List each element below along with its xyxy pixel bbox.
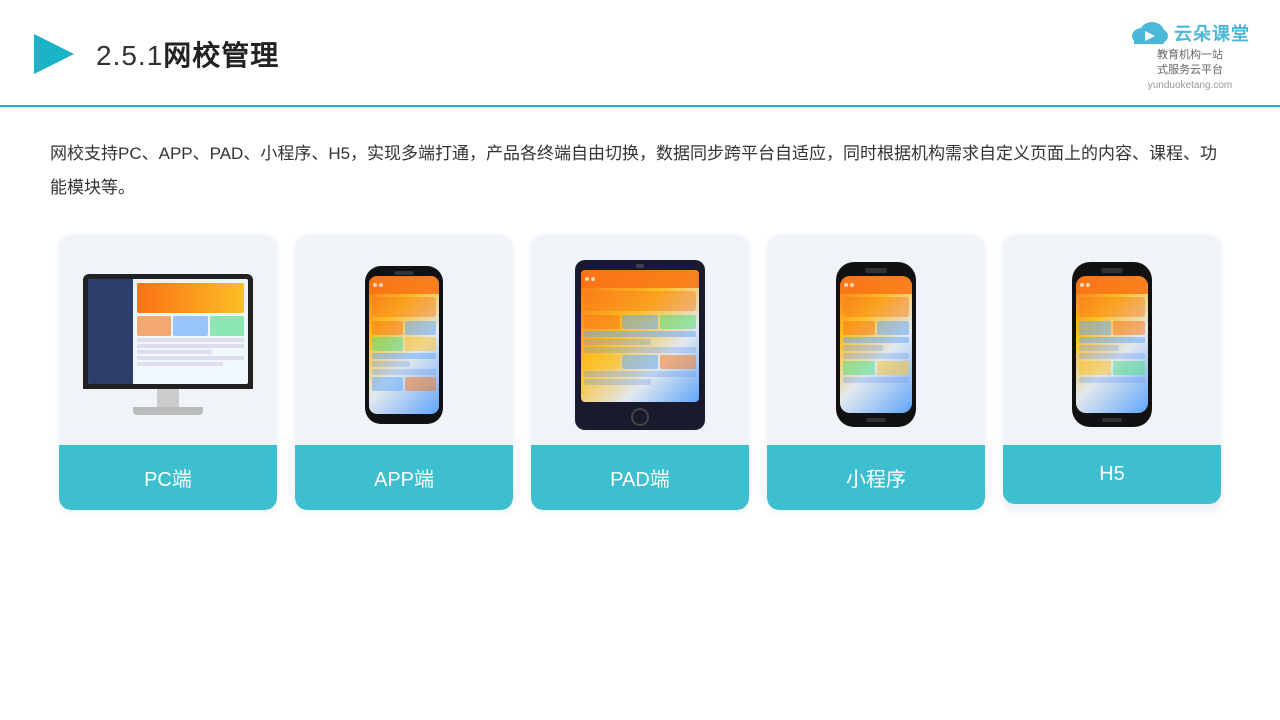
- cards-grid: PC端: [50, 235, 1230, 510]
- card-h5: H5: [1003, 235, 1221, 510]
- play-icon: [30, 30, 78, 78]
- phone-app-device: [365, 266, 443, 424]
- card-app-image: [295, 235, 513, 445]
- description-text: 网校支持PC、APP、PAD、小程序、H5，实现多端打通，产品各终端自由切换，数…: [50, 137, 1230, 205]
- logo-area: 云朵课堂 教育机构一站式服务云平台 yunduoketang.com: [1130, 18, 1250, 91]
- card-pad-label: PAD端: [531, 445, 749, 510]
- card-pad-image: [531, 235, 749, 445]
- phone-h5-device: [1072, 262, 1152, 427]
- card-mini: 小程序: [767, 235, 985, 510]
- monitor-device: [83, 274, 253, 415]
- card-app: APP端: [295, 235, 513, 510]
- card-pc: PC端: [59, 235, 277, 510]
- logo-tagline: 教育机构一站式服务云平台: [1157, 48, 1223, 79]
- tablet-device: [575, 260, 705, 430]
- phone-mini-screen: [840, 276, 912, 413]
- card-mini-label: 小程序: [767, 445, 985, 510]
- cloud-logo-icon: [1130, 18, 1168, 48]
- header-left: 2.5.1网校管理: [30, 30, 279, 78]
- card-pc-image: [59, 235, 277, 445]
- main-content: 网校支持PC、APP、PAD、小程序、H5，实现多端打通，产品各终端自由切换，数…: [0, 107, 1280, 530]
- page-title: 2.5.1网校管理: [96, 34, 279, 74]
- logo-domain: yunduoketang.com: [1148, 80, 1233, 91]
- phone-app-screen: [369, 276, 439, 414]
- card-mini-image: [767, 235, 985, 445]
- card-h5-label: H5: [1003, 445, 1221, 504]
- page-header: 2.5.1网校管理 云朵课堂 教育机构一站式服务云平台 yunduoketang…: [0, 0, 1280, 107]
- logo-cloud: 云朵课堂: [1130, 18, 1250, 48]
- card-pc-label: PC端: [59, 445, 277, 510]
- logo-text: 云朵课堂: [1174, 20, 1250, 46]
- card-pad: PAD端: [531, 235, 749, 510]
- tablet-screen: [581, 270, 699, 402]
- monitor-screen: [83, 274, 253, 389]
- card-h5-image: [1003, 235, 1221, 445]
- phone-mini-device: [836, 262, 916, 427]
- phone-h5-screen: [1076, 276, 1148, 413]
- card-app-label: APP端: [295, 445, 513, 510]
